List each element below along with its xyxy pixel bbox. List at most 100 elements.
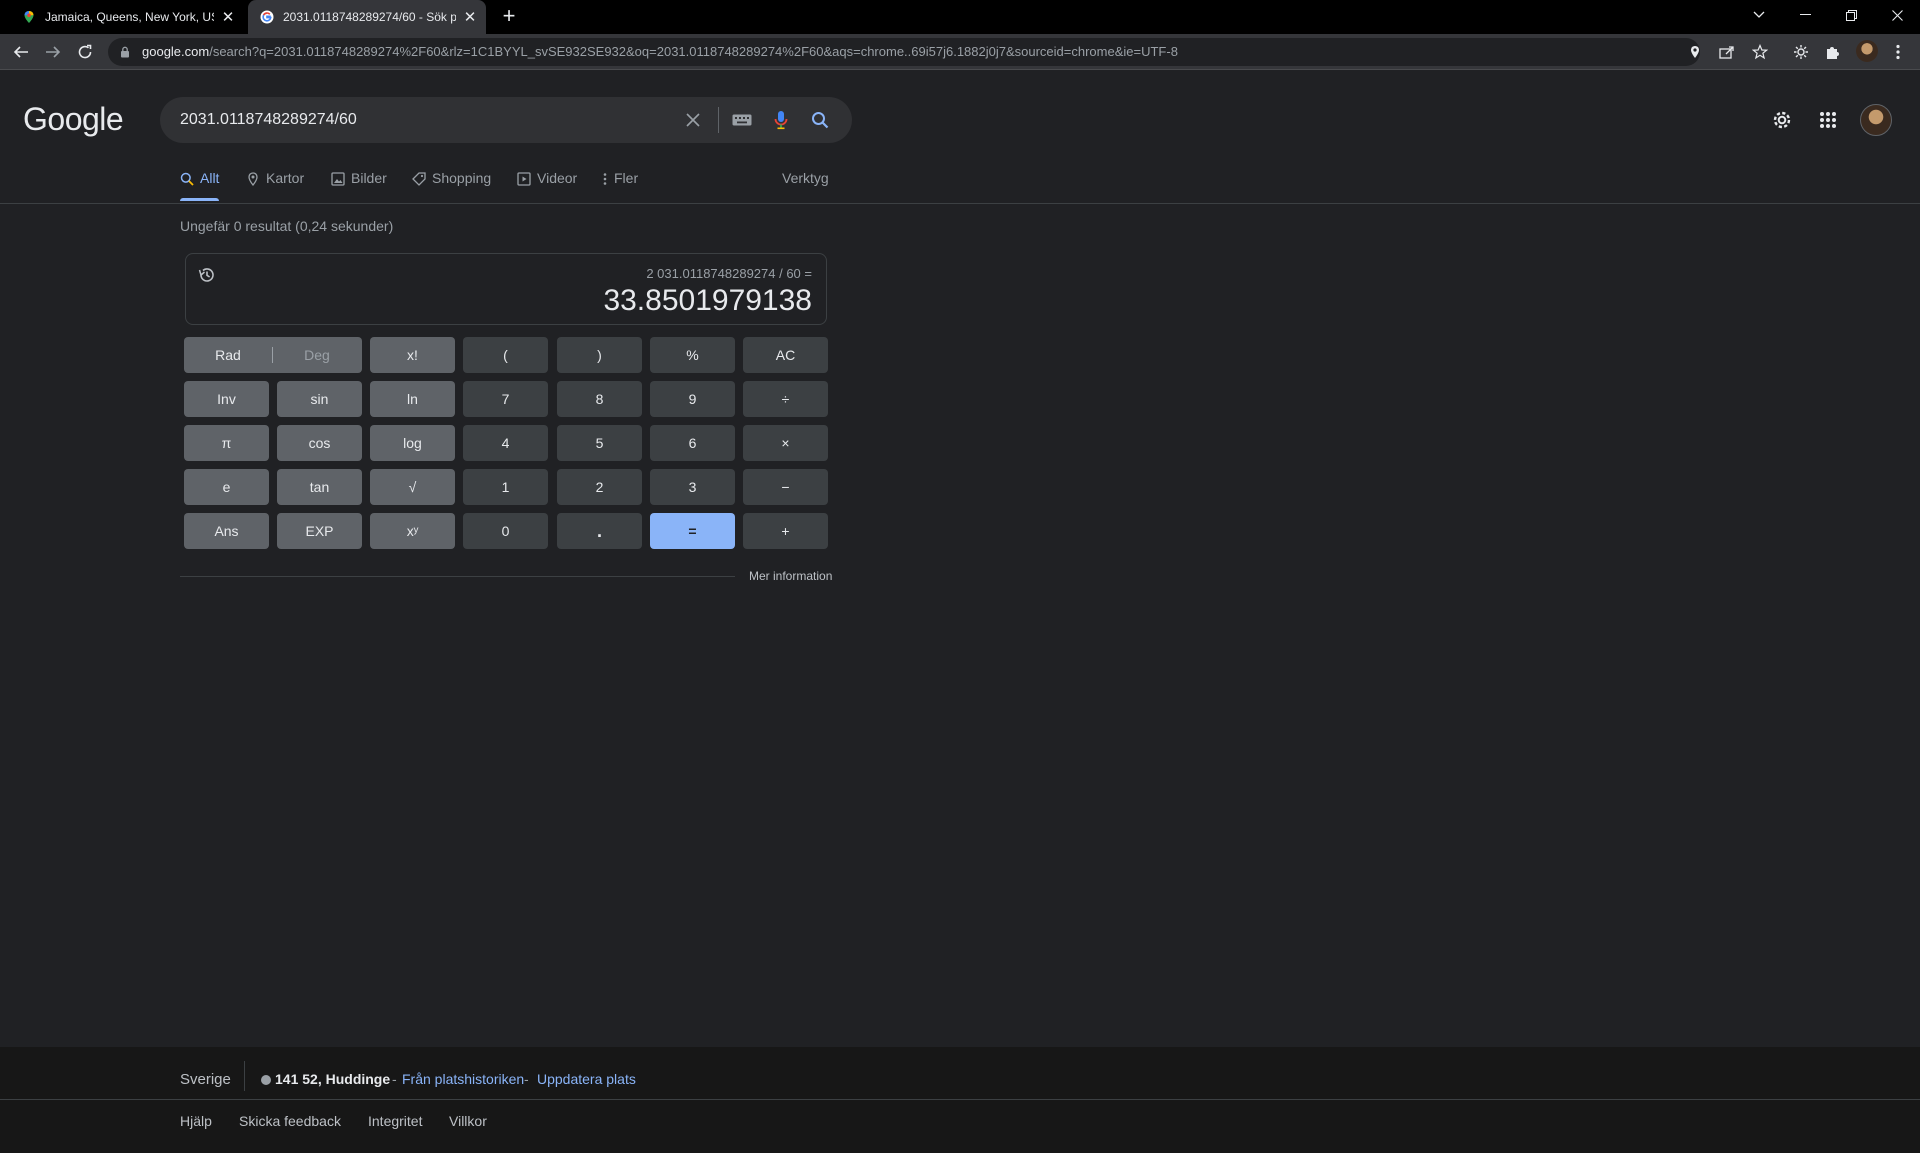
rad-button[interactable]: Rad bbox=[184, 347, 272, 363]
more-vert-icon bbox=[603, 173, 607, 185]
tab-videos[interactable]: Videor bbox=[517, 170, 577, 200]
key-divide[interactable]: ÷ bbox=[743, 381, 828, 417]
chrome-menu-icon[interactable] bbox=[1888, 42, 1908, 62]
location-history-link[interactable]: Från platshistoriken bbox=[402, 1071, 524, 1087]
key-log[interactable]: log bbox=[370, 425, 455, 461]
tab-shopping[interactable]: Shopping bbox=[412, 170, 491, 200]
deg-button[interactable]: Deg bbox=[273, 347, 361, 363]
reload-icon[interactable] bbox=[73, 40, 97, 64]
update-location-link[interactable]: Uppdatera plats bbox=[537, 1071, 636, 1087]
key-sqrt[interactable]: √ bbox=[370, 469, 455, 505]
back-arrow-icon[interactable] bbox=[9, 40, 33, 64]
key-e[interactable]: e bbox=[184, 469, 269, 505]
more-info-link[interactable]: Mer information bbox=[749, 569, 832, 583]
key-8[interactable]: 8 bbox=[557, 381, 642, 417]
search-icon[interactable] bbox=[809, 109, 831, 131]
key-7[interactable]: 7 bbox=[463, 381, 548, 417]
key-exp[interactable]: EXP bbox=[277, 513, 362, 549]
key-decimal[interactable]: . bbox=[557, 513, 642, 549]
play-icon bbox=[517, 172, 531, 186]
settings-gear-icon[interactable] bbox=[1770, 108, 1794, 132]
tab-label: Kartor bbox=[266, 170, 305, 186]
footer-country: Sverige bbox=[180, 1071, 231, 1088]
google-logo[interactable]: Google bbox=[23, 101, 124, 138]
key-9[interactable]: 9 bbox=[650, 381, 735, 417]
key-6[interactable]: 6 bbox=[650, 425, 735, 461]
url-text[interactable]: google.com/search?q=2031.0118748289274%2… bbox=[142, 44, 1178, 59]
key-open-paren[interactable]: ( bbox=[463, 337, 548, 373]
key-subtract[interactable]: − bbox=[743, 469, 828, 505]
tools-button[interactable]: Verktyg bbox=[782, 170, 829, 200]
calculator-footer-divider bbox=[180, 576, 735, 577]
location-dot-icon bbox=[261, 1075, 271, 1085]
footer-terms-link[interactable]: Villkor bbox=[449, 1113, 487, 1129]
search-input[interactable]: 2031.0118748289274/60 bbox=[180, 111, 357, 129]
key-multiply[interactable]: × bbox=[743, 425, 828, 461]
footer-feedback-link[interactable]: Skicka feedback bbox=[239, 1113, 341, 1129]
tab-label: Shopping bbox=[432, 170, 492, 186]
profile-avatar-icon[interactable] bbox=[1856, 40, 1878, 62]
browser-tab-maps[interactable]: Jamaica, Queens, New York, USA ✕ bbox=[8, 0, 244, 34]
map-pin-icon bbox=[248, 172, 258, 186]
key-add[interactable]: + bbox=[743, 513, 828, 549]
extensions-puzzle-icon[interactable] bbox=[1823, 42, 1843, 62]
key-ans[interactable]: Ans bbox=[184, 513, 269, 549]
share-icon[interactable] bbox=[1718, 43, 1736, 61]
tab-more[interactable]: Fler bbox=[602, 170, 638, 200]
key-percent[interactable]: % bbox=[650, 337, 735, 373]
clear-search-icon[interactable] bbox=[682, 109, 704, 131]
key-close-paren[interactable]: ) bbox=[557, 337, 642, 373]
browser-tab-search[interactable]: 2031.0118748289274/60 - Sök på ✕ bbox=[248, 0, 486, 34]
key-3[interactable]: 3 bbox=[650, 469, 735, 505]
google-g-icon bbox=[260, 10, 274, 24]
microphone-icon[interactable] bbox=[770, 109, 792, 131]
key-all-clear[interactable]: AC bbox=[743, 337, 828, 373]
new-tab-button[interactable]: + bbox=[496, 5, 522, 29]
forward-arrow-icon[interactable] bbox=[41, 40, 65, 64]
search-box[interactable]: 2031.0118748289274/60 bbox=[160, 97, 852, 143]
tab-images[interactable]: Bilder bbox=[331, 170, 387, 200]
extension-gear-icon[interactable] bbox=[1791, 42, 1811, 62]
minimize-icon[interactable] bbox=[1782, 0, 1828, 30]
image-icon bbox=[331, 172, 345, 186]
browser-toolbar: google.com/search?q=2031.0118748289274%2… bbox=[0, 34, 1920, 70]
footer-help-link[interactable]: Hjälp bbox=[180, 1113, 212, 1129]
tools-label: Verktyg bbox=[782, 170, 829, 186]
location-icon[interactable] bbox=[1686, 43, 1704, 61]
account-avatar[interactable] bbox=[1860, 104, 1892, 136]
keyboard-icon[interactable] bbox=[731, 109, 753, 131]
key-ln[interactable]: ln bbox=[370, 381, 455, 417]
calculator-result: 33.8501979138 bbox=[603, 284, 812, 317]
key-inverse[interactable]: Inv bbox=[184, 381, 269, 417]
search-divider bbox=[718, 107, 719, 133]
rad-deg-toggle[interactable]: Rad Deg bbox=[184, 337, 362, 373]
tab-maps[interactable]: Kartor bbox=[246, 170, 304, 200]
key-power[interactable]: xʸ bbox=[370, 513, 455, 549]
address-bar[interactable]: google.com/search?q=2031.0118748289274%2… bbox=[108, 38, 1768, 66]
key-5[interactable]: 5 bbox=[557, 425, 642, 461]
key-0[interactable]: 0 bbox=[463, 513, 548, 549]
star-icon[interactable] bbox=[1751, 43, 1769, 61]
history-icon[interactable] bbox=[198, 266, 216, 289]
footer-dash: - bbox=[524, 1071, 529, 1087]
key-factorial[interactable]: x! bbox=[370, 337, 455, 373]
key-2[interactable]: 2 bbox=[557, 469, 642, 505]
apps-grid-icon[interactable] bbox=[1816, 108, 1840, 132]
tab-search-chevron-icon[interactable] bbox=[1736, 0, 1782, 30]
key-1[interactable]: 1 bbox=[463, 469, 548, 505]
key-sin[interactable]: sin bbox=[277, 381, 362, 417]
footer-privacy-link[interactable]: Integritet bbox=[368, 1113, 422, 1129]
key-equals[interactable]: = bbox=[650, 513, 735, 549]
key-4[interactable]: 4 bbox=[463, 425, 548, 461]
key-tan[interactable]: tan bbox=[277, 469, 362, 505]
key-cos[interactable]: cos bbox=[277, 425, 362, 461]
lock-icon[interactable] bbox=[120, 46, 130, 58]
close-window-icon[interactable] bbox=[1874, 0, 1920, 30]
tab-all[interactable]: Allt bbox=[180, 170, 220, 201]
restore-icon[interactable] bbox=[1828, 0, 1874, 30]
key-pi[interactable]: π bbox=[184, 425, 269, 461]
tabs-divider bbox=[0, 203, 1920, 204]
close-tab-icon[interactable]: ✕ bbox=[220, 9, 236, 26]
close-tab-icon[interactable]: ✕ bbox=[462, 9, 478, 26]
tab-label: Allt bbox=[200, 170, 220, 186]
